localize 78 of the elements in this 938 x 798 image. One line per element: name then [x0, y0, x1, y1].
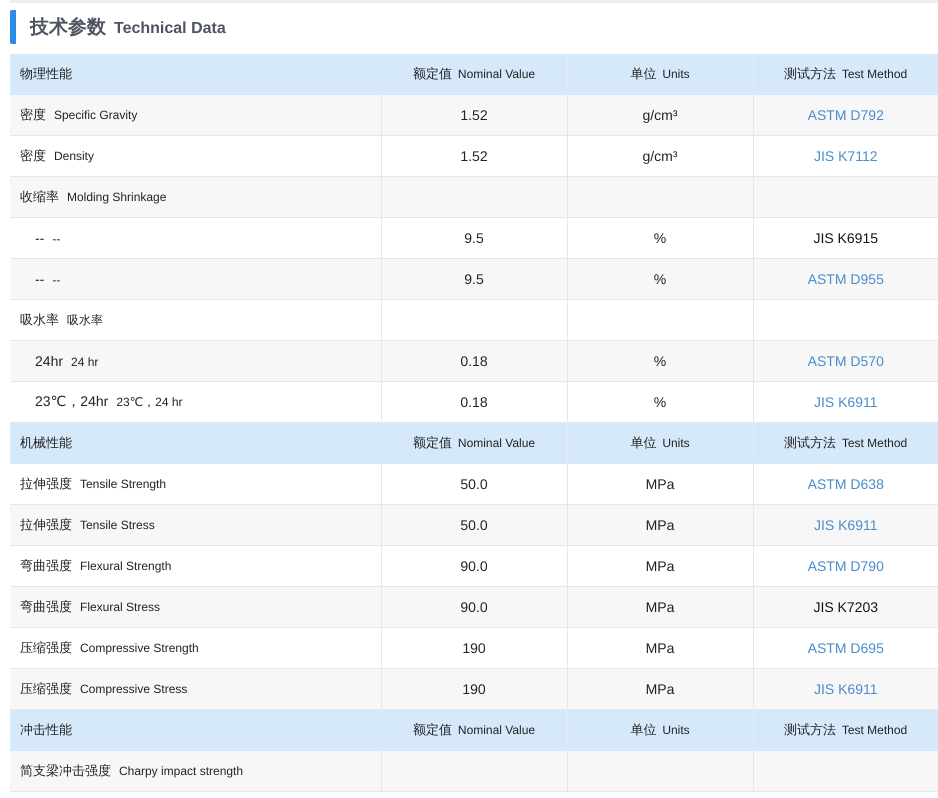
column-heading-en: Nominal Value: [458, 723, 536, 737]
property-name: 拉伸强度: [20, 476, 72, 491]
test-method-link[interactable]: ASTM D695: [808, 640, 884, 656]
column-heading-en: Units: [662, 67, 690, 81]
column-heading-en: Units: [662, 436, 690, 450]
column-heading-en: Nominal Value: [458, 436, 536, 450]
property-name-en: Charpy impact strength: [119, 764, 244, 778]
category-heading: 物理性能: [20, 66, 72, 81]
property-name-en: Molding Shrinkage: [67, 190, 166, 204]
column-heading: 测试方法: [784, 66, 836, 81]
unit-cell: g/cm³: [567, 94, 753, 136]
value-cell: 90.0: [381, 586, 567, 628]
property-name-en: --: [52, 232, 60, 246]
property-name: 密度: [20, 148, 46, 163]
column-heading: 单位: [630, 722, 656, 737]
property-name: 弯曲强度: [20, 599, 72, 614]
column-heading: 额定值: [412, 66, 452, 81]
column-heading-en: Units: [662, 723, 690, 737]
test-method: JIS K6915: [813, 230, 878, 246]
property-name-en: Flexural Stress: [80, 600, 160, 614]
accent-bar: [10, 10, 16, 44]
value-cell: 0.18: [381, 340, 567, 382]
value-cell: 9.5: [381, 258, 567, 300]
property-name: 压缩强度: [20, 681, 72, 696]
test-method-link[interactable]: ASTM D638: [808, 476, 884, 492]
section-title: 技术参数: [30, 16, 106, 38]
test-method-link[interactable]: ASTM D955: [808, 271, 884, 287]
test-method-link[interactable]: ASTM D792: [808, 107, 884, 123]
column-heading-en: Nominal Value: [458, 67, 536, 81]
section-title-en: Technical Data: [114, 20, 226, 36]
property-name-en: 吸水率: [67, 313, 103, 327]
property-name-en: --: [52, 273, 60, 287]
property-name: 24hr: [35, 353, 64, 369]
column-heading-en: Test Method: [842, 436, 908, 450]
property-name-en: 23℃，24 hr: [116, 395, 183, 409]
property-name-en: Tensile Stress: [80, 518, 155, 532]
property-name: --: [35, 271, 44, 287]
property-name: 收缩率: [20, 189, 59, 204]
property-name-en: Specific Gravity: [54, 108, 138, 122]
test-method-link[interactable]: JIS K7112: [814, 148, 878, 164]
property-name: 吸水率: [20, 312, 59, 327]
property-name: 拉伸强度: [20, 517, 72, 532]
value-cell: 190: [381, 668, 567, 710]
unit-cell: MPa: [567, 586, 753, 628]
test-method-link[interactable]: ASTM D790: [808, 558, 884, 574]
column-heading: 单位: [630, 435, 656, 450]
column-heading: 测试方法: [784, 435, 836, 450]
test-method-link[interactable]: ASTM D570: [808, 353, 884, 369]
column-heading: 测试方法: [784, 722, 836, 737]
column-heading-en: Test Method: [842, 723, 908, 737]
category-heading: 冲击性能: [20, 722, 72, 737]
column-heading: 额定值: [412, 435, 452, 450]
column-heading-en: Test Method: [842, 67, 908, 81]
value-cell: 50.0: [381, 504, 567, 546]
property-name: 简支梁冲击强度: [20, 763, 111, 778]
property-name-en: Compressive Strength: [80, 641, 199, 655]
property-name-en: Flexural Strength: [80, 559, 172, 573]
column-heading: 额定值: [412, 722, 452, 737]
property-name: 密度: [20, 107, 46, 122]
category-heading: 机械性能: [20, 435, 72, 450]
property-name-en: 24 hr: [71, 355, 98, 369]
test-method-link[interactable]: JIS K6911: [814, 517, 878, 533]
test-method-link[interactable]: JIS K6911: [814, 681, 878, 697]
column-heading: 单位: [630, 66, 656, 81]
property-name: --: [35, 230, 44, 246]
unit-cell: MPa: [567, 668, 753, 710]
property-name: 弯曲强度: [20, 558, 72, 573]
unit-cell: %: [567, 258, 753, 300]
property-name-en: Density: [54, 149, 94, 163]
unit-cell: MPa: [567, 504, 753, 546]
property-name-en: Compressive Stress: [80, 682, 188, 696]
value-cell: 1.52: [381, 94, 567, 136]
test-method: JIS K7203: [813, 599, 878, 615]
unit-cell: %: [567, 340, 753, 382]
property-name: 23℃，24hr: [35, 393, 108, 409]
test-method-link[interactable]: JIS K6911: [814, 394, 878, 410]
property-name-en: Tensile Strength: [80, 477, 166, 491]
property-name: 压缩强度: [20, 640, 72, 655]
